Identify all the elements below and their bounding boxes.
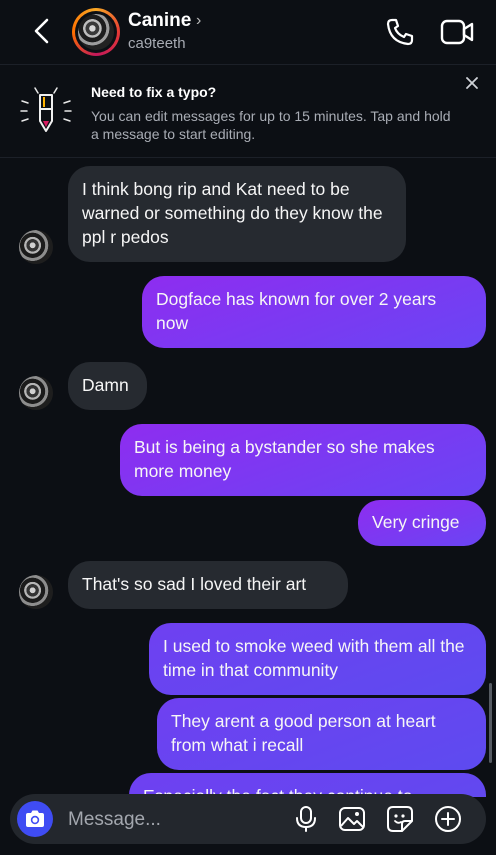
contact-name[interactable]: Canine bbox=[128, 10, 191, 32]
message-text: Dogface has known for over 2 years now bbox=[156, 289, 437, 333]
gallery-icon[interactable] bbox=[338, 805, 366, 833]
pencil-sparkle-icon bbox=[20, 87, 72, 132]
message-text: I think bong rip and Kat need to be warn… bbox=[82, 179, 383, 247]
phone-call-icon[interactable] bbox=[384, 16, 416, 48]
message-bubble-outgoing[interactable]: I used to smoke weed with them all the t… bbox=[149, 623, 486, 695]
sticker-icon[interactable] bbox=[386, 805, 414, 833]
message-bubble-outgoing[interactable]: But is being a bystander so she makes mo… bbox=[120, 424, 486, 496]
microphone-icon[interactable] bbox=[292, 805, 320, 833]
message-text: I used to smoke weed with them all the t… bbox=[163, 636, 465, 680]
video-call-icon[interactable] bbox=[440, 16, 476, 48]
sender-avatar[interactable] bbox=[19, 230, 53, 264]
message-bubble-incoming[interactable]: That's so sad I loved their art bbox=[68, 561, 348, 609]
chevron-right-icon[interactable]: › bbox=[196, 12, 201, 30]
message-bubble-outgoing[interactable]: Very cringe bbox=[358, 500, 486, 546]
back-arrow-icon[interactable] bbox=[30, 16, 54, 46]
message-bubble-outgoing[interactable]: Dogface has known for over 2 years now bbox=[142, 276, 486, 348]
message-text: Very cringe bbox=[372, 512, 460, 532]
message-composer bbox=[10, 794, 486, 844]
message-bubble-incoming[interactable]: Damn bbox=[68, 362, 147, 410]
plus-circle-icon[interactable] bbox=[434, 805, 462, 833]
edit-tip-banner: Need to fix a typo? You can edit message… bbox=[0, 64, 496, 158]
message-text: That's so sad I loved their art bbox=[82, 574, 307, 594]
message-text: They arent a good person at heart from w… bbox=[171, 711, 436, 755]
message-bubble-outgoing[interactable]: They arent a good person at heart from w… bbox=[157, 698, 486, 770]
message-text: Damn bbox=[82, 375, 129, 395]
message-text: But is being a bystander so she makes mo… bbox=[134, 437, 435, 481]
contact-username: ca9teeth bbox=[128, 35, 186, 52]
sender-avatar[interactable] bbox=[19, 376, 53, 410]
message-bubble-incoming[interactable]: I think bong rip and Kat need to be warn… bbox=[68, 166, 406, 262]
banner-title: Need to fix a typo? bbox=[91, 84, 217, 100]
message-thread[interactable]: I think bong rip and Kat need to be warn… bbox=[0, 157, 496, 797]
camera-icon bbox=[26, 810, 44, 827]
sender-avatar[interactable] bbox=[19, 575, 53, 609]
banner-text: You can edit messages for up to 15 minut… bbox=[91, 108, 451, 142]
close-icon[interactable] bbox=[464, 75, 480, 91]
contact-avatar[interactable] bbox=[72, 8, 120, 56]
camera-button[interactable] bbox=[17, 801, 53, 837]
message-input[interactable] bbox=[66, 805, 270, 835]
scrollbar[interactable] bbox=[489, 683, 492, 763]
chat-header: Canine › ca9teeth bbox=[0, 0, 496, 64]
